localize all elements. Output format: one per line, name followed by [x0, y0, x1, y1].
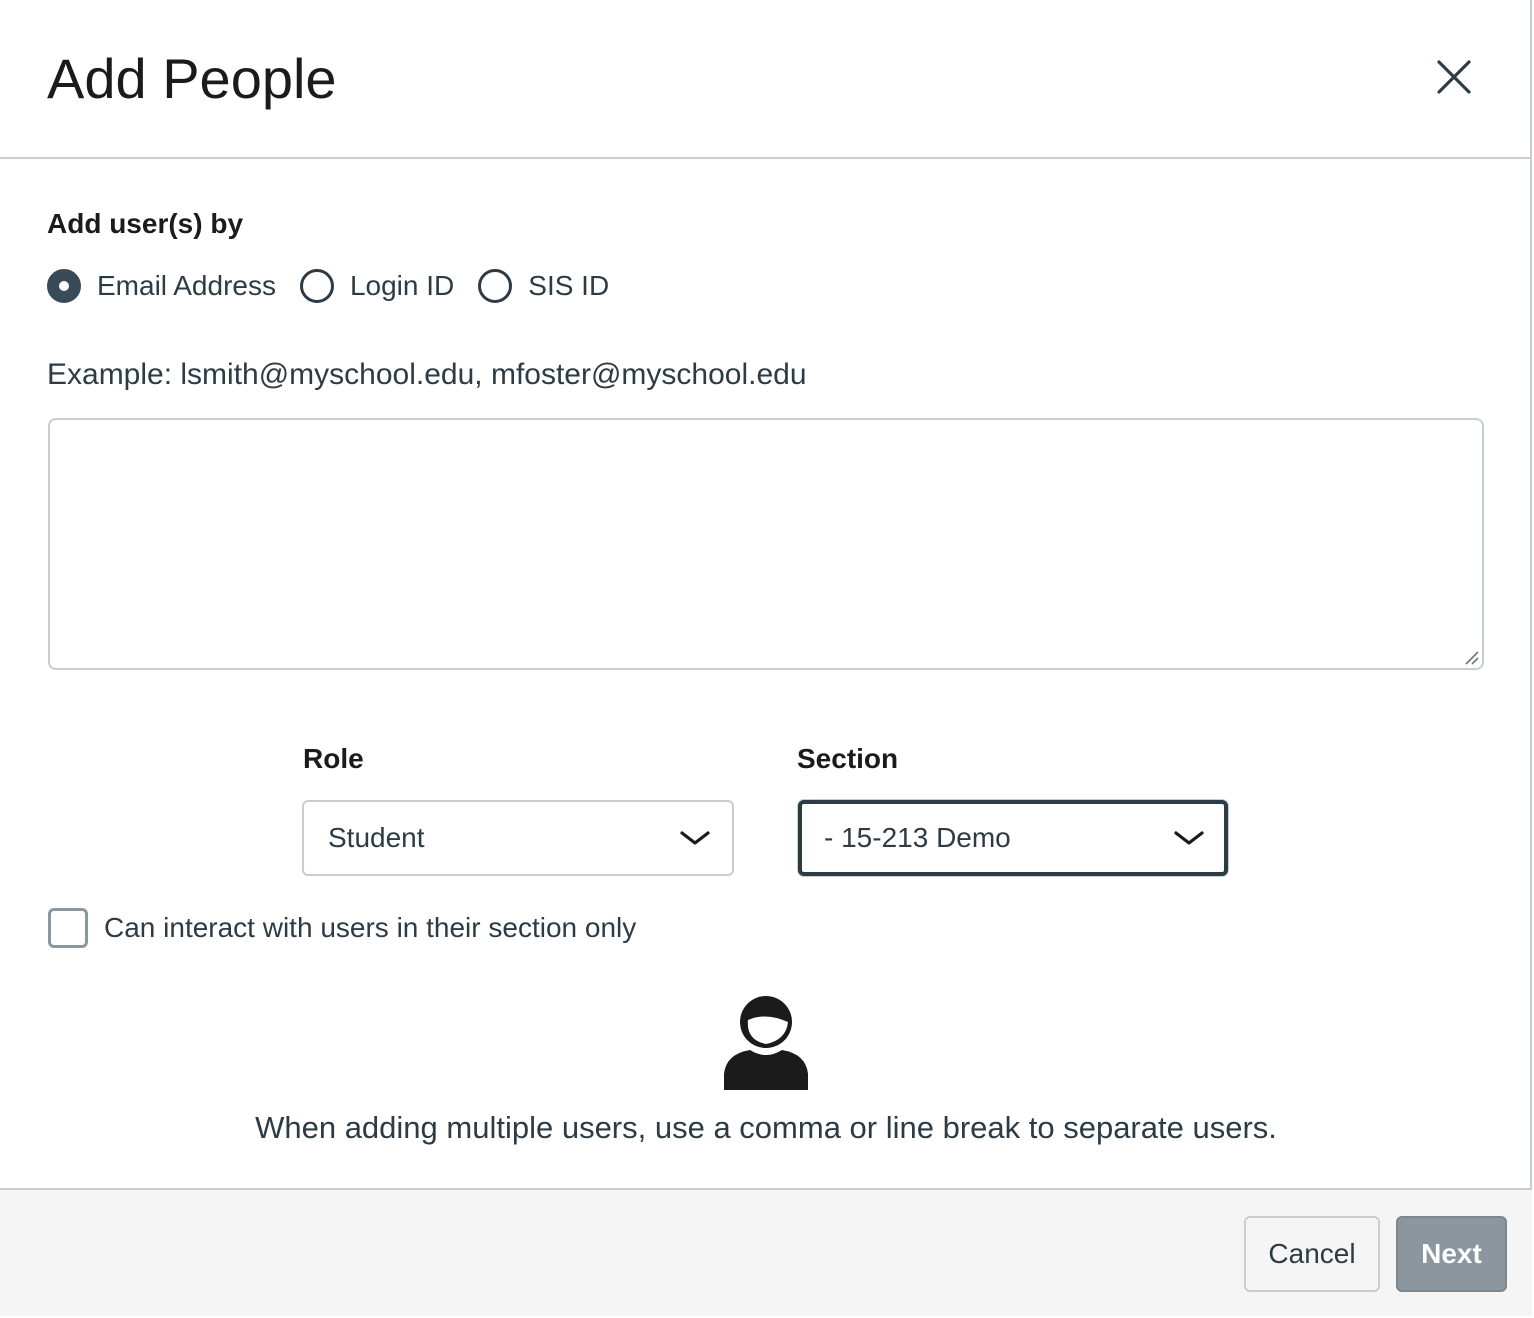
- limit-section-label: Can interact with users in their section…: [104, 912, 637, 943]
- limit-section-checkbox-row[interactable]: Can interact with users in their section…: [48, 908, 636, 948]
- hint-text: When adding multiple users, use a comma …: [255, 1110, 1277, 1145]
- radio-login-id-indicator[interactable]: [299, 269, 334, 303]
- dialog-title: Add People: [47, 47, 337, 110]
- radio-email-address[interactable]: Email Address: [47, 269, 276, 303]
- close-icon: [1437, 60, 1471, 94]
- limit-section-checkbox[interactable]: [48, 908, 88, 948]
- radio-email-address-label: Email Address: [97, 270, 276, 301]
- add-by-label: Add user(s) by: [47, 208, 244, 239]
- add-people-dialog: Add People Add user(s) by Email Address …: [0, 0, 1532, 1316]
- radio-email-address-indicator[interactable]: [47, 269, 81, 303]
- section-select[interactable]: - 15-213 Demo: [798, 800, 1228, 876]
- section-select-value: - 15-213 Demo: [824, 822, 1011, 853]
- radio-sis-id-label: SIS ID: [528, 270, 610, 301]
- radio-login-id-label: Login ID: [349, 270, 455, 301]
- chevron-down-icon: [680, 831, 710, 845]
- close-button[interactable]: [1425, 48, 1483, 106]
- users-textarea[interactable]: [48, 418, 1484, 670]
- add-by-radio-group: Email Address Login ID SIS ID: [47, 266, 633, 306]
- dialog-header: Add People: [0, 0, 1532, 159]
- role-select-value: Student: [328, 822, 425, 853]
- cancel-button[interactable]: Cancel: [1244, 1216, 1380, 1292]
- resize-handle-icon[interactable]: [1462, 648, 1480, 666]
- person-icon: [724, 996, 808, 1090]
- dialog-footer: Cancel Next: [0, 1188, 1532, 1316]
- chevron-down-icon: [1174, 831, 1204, 845]
- role-select[interactable]: Student: [302, 800, 734, 876]
- users-input-example: Example: lsmith@myschool.edu, mfoster@my…: [47, 358, 807, 391]
- next-button[interactable]: Next: [1396, 1216, 1507, 1292]
- radio-sis-id-indicator[interactable]: [478, 269, 513, 303]
- radio-login-id[interactable]: Login ID: [299, 269, 455, 303]
- section-label: Section: [797, 743, 899, 774]
- role-label: Role: [303, 743, 364, 774]
- radio-sis-id[interactable]: SIS ID: [478, 269, 609, 303]
